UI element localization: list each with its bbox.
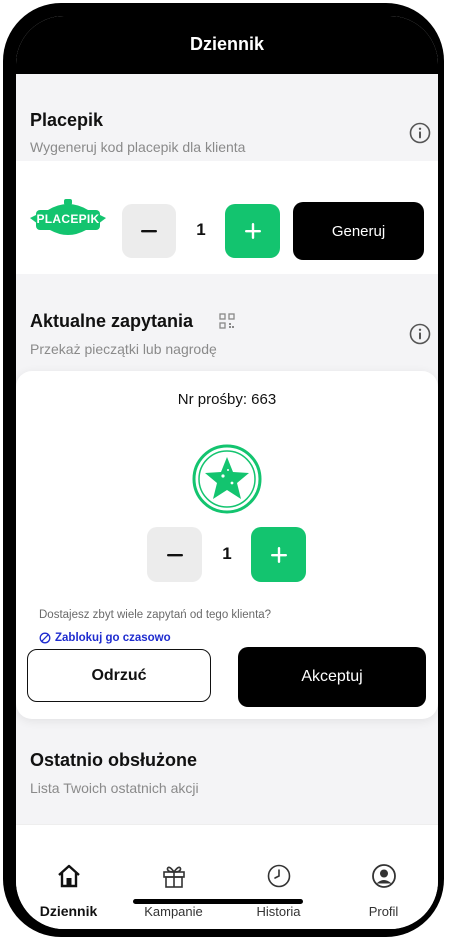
clock-icon	[267, 864, 291, 888]
requests-subtitle: Przekaż pieczątki lub nagrodę	[30, 341, 217, 357]
block-link-label: Zablokuj go czasowo	[55, 632, 171, 644]
block-link[interactable]: Zablokuj go czasowo	[39, 632, 171, 644]
placepik-subtitle: Wygeneruj kod placepik dla klienta	[30, 139, 246, 155]
minus-icon	[166, 553, 183, 556]
requests-section: Aktualne zapytania Przekaż pieczątki lub…	[16, 274, 438, 374]
placepik-generator: PLACEPIK 1 Generuj	[16, 161, 438, 274]
user-icon	[372, 864, 396, 888]
home-icon	[58, 864, 80, 888]
minus-icon	[141, 230, 157, 233]
generate-button[interactable]: Generuj	[293, 202, 424, 260]
nav-label-dziennik: Dziennik	[39, 903, 98, 919]
placepik-title: Placepik	[30, 110, 104, 130]
gift-icon	[163, 866, 185, 888]
bottom-nav: Dziennik Kampanie Historia Profil	[16, 824, 438, 929]
app-screen: Dziennik Placepik Wygeneruj kod placepik…	[16, 16, 438, 929]
nav-item-dziennik[interactable]: Dziennik	[16, 825, 121, 919]
placepik-quantity: 1	[196, 220, 206, 239]
page-title: Dziennik	[189, 34, 264, 54]
qr-code-icon[interactable]	[219, 313, 235, 329]
nav-label-historia: Historia	[256, 904, 301, 919]
home-indicator	[133, 899, 303, 904]
request-quantity: 1	[222, 544, 232, 563]
star-stamp-icon	[192, 444, 262, 514]
block-icon	[39, 632, 51, 644]
request-number: Nr prośby: 663	[177, 391, 277, 408]
info-icon[interactable]	[409, 323, 431, 345]
placepik-logo-text: PLACEPIK	[36, 212, 100, 226]
plus-icon	[244, 223, 261, 239]
accept-button[interactable]: Akceptuj	[238, 647, 426, 707]
plus-icon	[270, 546, 287, 563]
nav-label-kampanie: Kampanie	[144, 904, 203, 919]
recent-section: Ostatnio obsłużone Lista Twoich ostatnic…	[16, 722, 438, 822]
request-minus-button[interactable]	[147, 527, 202, 582]
nav-label-profil: Profil	[368, 904, 399, 919]
nav-item-profil[interactable]: Profil	[331, 825, 436, 919]
request-card: Nr prośby: 663 1 Dostajesz zbyt wiele za…	[16, 371, 438, 719]
requests-title: Aktualne zapytania	[30, 311, 194, 331]
request-plus-button[interactable]	[251, 527, 306, 582]
info-icon[interactable]	[409, 122, 431, 144]
reject-button[interactable]: Odrzuć	[27, 649, 211, 702]
app-header: Dziennik	[16, 16, 438, 74]
warning-text: Dostajesz zbyt wiele zapytań od tego kli…	[39, 609, 272, 621]
placepik-minus-button[interactable]	[122, 204, 176, 258]
placepik-plus-button[interactable]	[225, 204, 280, 258]
recent-title: Ostatnio obsłużone	[30, 750, 198, 770]
recent-subtitle: Lista Twoich ostatnich akcji	[30, 780, 199, 796]
placepik-section: Placepik Wygeneruj kod placepik dla klie…	[16, 74, 438, 164]
phone-frame: Dziennik Placepik Wygeneruj kod placepik…	[3, 3, 444, 937]
